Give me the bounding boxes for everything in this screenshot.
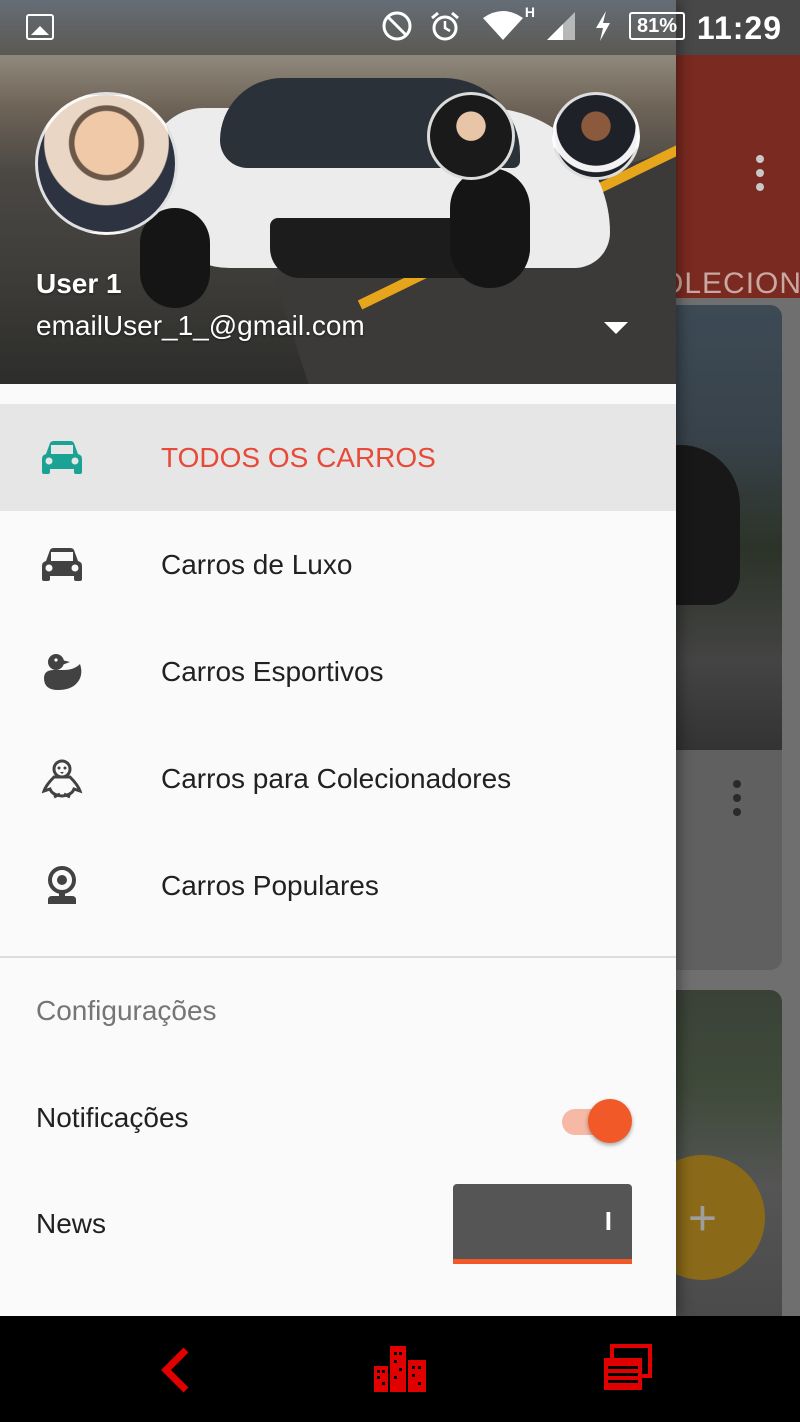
nav-item-label: Carros Populares [161, 869, 379, 901]
news-toggle-button[interactable]: I [453, 1184, 632, 1264]
tab-colecionadores: OLECION [660, 267, 800, 300]
recent-apps-icon[interactable] [596, 1340, 660, 1398]
nav-item-carros-populares[interactable]: Carros Populares [0, 832, 676, 939]
nav-item-label: Carros de Luxo [161, 548, 353, 580]
account-avatar-3[interactable] [552, 92, 640, 180]
drawer-nav-list: TODOS OS CARROS Carros de Luxo Carros Es… [0, 404, 676, 939]
signal-icon [545, 10, 577, 42]
system-navigation-bar [0, 1316, 800, 1422]
account-avatar-2[interactable] [427, 92, 515, 180]
news-setting: News I [0, 1184, 676, 1266]
back-icon[interactable] [150, 1340, 214, 1398]
news-toggle-text: I [604, 1206, 612, 1236]
account-dropdown-icon[interactable] [604, 322, 628, 334]
status-bar: H 81% 11:29 [0, 0, 800, 55]
nav-item-carros-para-colecionadores[interactable]: Carros para Colecionadores [0, 725, 676, 832]
nav-item-carros-esportivos[interactable]: Carros Esportivos [0, 618, 676, 725]
notifications-setting: Notificações [0, 1080, 676, 1160]
wifi-icon: H [477, 4, 535, 42]
notifications-label: Notificações [36, 1102, 189, 1133]
duck-icon [44, 654, 82, 690]
overflow-menu-icon [756, 155, 764, 191]
user-name: User 1 [36, 268, 122, 299]
battery-icon: 81% [628, 12, 685, 40]
home-icon[interactable] [368, 1340, 432, 1398]
divider [0, 956, 676, 958]
settings-section-title: Configurações [36, 995, 217, 1026]
alarm-icon [429, 10, 461, 42]
network-type: H [524, 4, 535, 20]
charging-icon [593, 10, 613, 42]
nav-item-label: Carros para Colecionadores [161, 762, 512, 794]
header-background-image [140, 68, 610, 308]
do-not-disturb-icon [381, 10, 413, 42]
notifications-switch[interactable] [562, 1099, 632, 1143]
car-icon [42, 441, 82, 474]
drawer-header: User 1 emailUser_1_@gmail.com [0, 0, 676, 384]
card-menu-icon [733, 780, 741, 822]
webcam-icon [48, 866, 76, 904]
gallery-icon [26, 14, 54, 40]
penguin-icon [41, 759, 83, 799]
car-icon [42, 548, 82, 581]
navigation-drawer: User 1 emailUser_1_@gmail.com TODOS OS C… [0, 0, 676, 1316]
clock: 11:29 [696, 10, 782, 46]
news-label: News [36, 1208, 107, 1239]
nav-item-carros-de-luxo[interactable]: Carros de Luxo [0, 511, 676, 618]
nav-item-label: Carros Esportivos [161, 655, 384, 687]
nav-item-todos-os-carros[interactable]: TODOS OS CARROS [0, 404, 676, 511]
current-account-avatar[interactable] [35, 92, 178, 235]
nav-item-label: TODOS OS CARROS [161, 441, 436, 473]
user-email: emailUser_1_@gmail.com [36, 310, 365, 341]
